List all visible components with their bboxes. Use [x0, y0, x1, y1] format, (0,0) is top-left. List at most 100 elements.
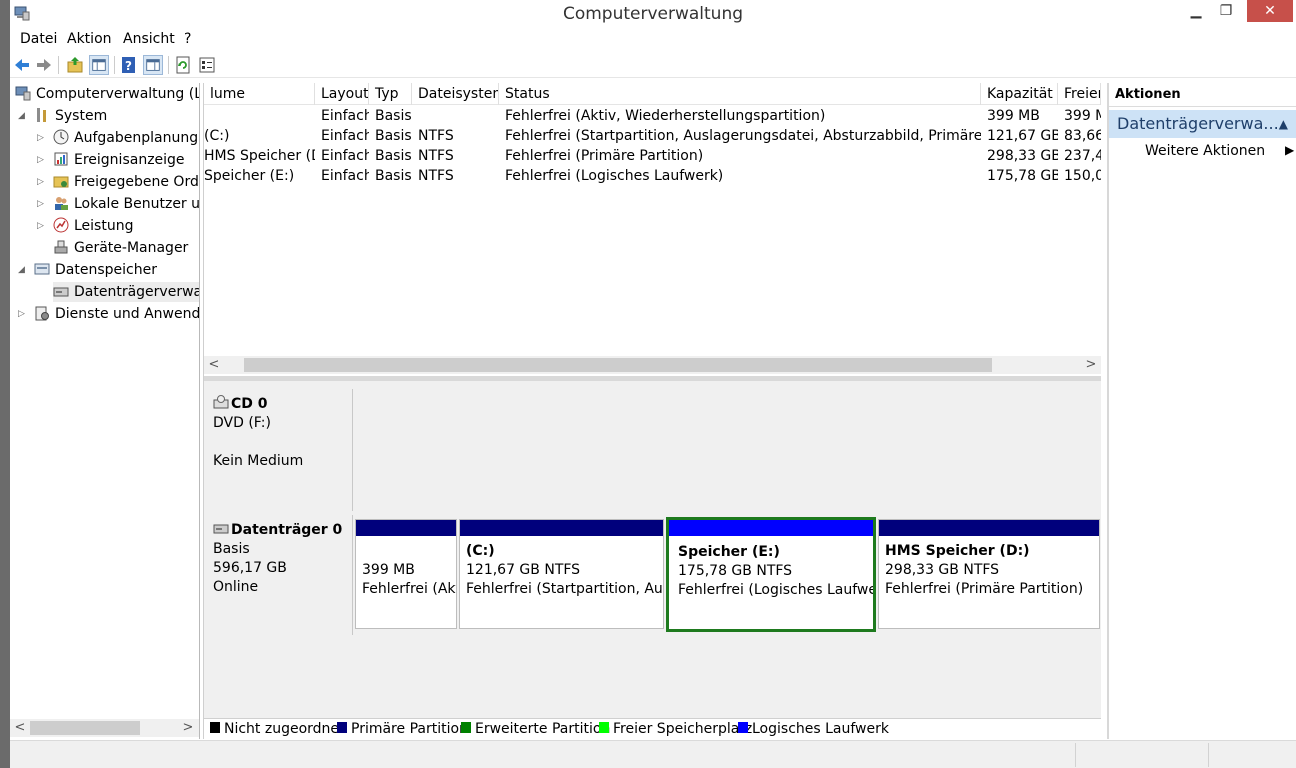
actions-header: Aktionen — [1109, 83, 1296, 107]
partition-e-selected[interactable]: Speicher (E:) 175,78 GB NTFS Fehlerfrei … — [666, 517, 876, 632]
volume-row[interactable]: Speicher (E:) Einfach Basis NTFS Fehlerf… — [204, 166, 1101, 186]
scroll-left-arrow[interactable]: < — [12, 719, 28, 737]
shared-folder-icon — [53, 176, 69, 188]
tree-item-datenspeicher[interactable]: ◢ Datenspeicher — [18, 260, 157, 280]
partition-color-bar — [460, 520, 663, 536]
actions-section-disk-management[interactable]: Datenträgerverwa... ▲ — [1109, 110, 1296, 138]
disk-graphical-view: CD 0 DVD (F:) Kein Medium Datenträger 0 … — [204, 381, 1101, 718]
show-tree-icon[interactable] — [89, 55, 109, 75]
help-icon[interactable]: ? — [119, 55, 139, 75]
tree-item-lokale-benutzer[interactable]: ▷ Lokale Benutzer und Gruppen — [37, 194, 200, 214]
up-folder-icon[interactable] — [65, 55, 85, 75]
tree-item-freigegebene-ordner[interactable]: ▷ Freigegebene Ordner — [37, 172, 199, 192]
svg-text:?: ? — [125, 59, 132, 73]
partition-name — [362, 542, 456, 561]
partition-c[interactable]: (C:) 121,67 GB NTFS Fehlerfrei (Startpar… — [459, 519, 664, 629]
tree-item-label: Lokale Benutzer und Gruppen — [74, 196, 200, 212]
close-button[interactable]: ✕ — [1247, 0, 1293, 22]
scrollbar-thumb[interactable] — [30, 721, 140, 735]
menu-ansicht[interactable]: Ansicht — [123, 31, 175, 47]
tree-item-ereignisanzeige[interactable]: ▷ Ereignisanzeige — [37, 150, 185, 170]
disk0-partition-area: 399 MB Fehlerfrei (Aktiv, Wiederherstell… — [354, 515, 1101, 635]
show-pane-icon[interactable] — [143, 55, 163, 75]
expand-arrow-icon[interactable]: ▷ — [37, 216, 49, 236]
partition-size: 175,78 GB NTFS — [678, 563, 793, 579]
tree-item-datentraegerverwaltung[interactable]: Datenträgerverwaltung — [53, 282, 199, 302]
volume-row[interactable]: Einfach Basis Fehlerfrei (Aktiv, Wiederh… — [204, 106, 1101, 126]
scrollbar-thumb[interactable] — [244, 358, 992, 372]
tree-item-dienste[interactable]: ▷ Dienste und Anwendungen — [18, 304, 199, 324]
disk-label-cd0[interactable]: CD 0 DVD (F:) Kein Medium — [204, 389, 353, 511]
scroll-right-arrow[interactable]: > — [180, 719, 196, 737]
cell-typ: Basis — [375, 148, 412, 164]
column-header-kapazitaet[interactable]: Kapazität — [981, 83, 1058, 105]
volume-list-horizontal-scrollbar[interactable]: < > — [204, 356, 1101, 374]
collapse-up-icon[interactable]: ▲ — [1279, 110, 1288, 138]
cell-layout: Einfach — [321, 128, 369, 144]
maximize-button[interactable]: ❐ — [1212, 0, 1240, 22]
disk-type: Basis — [213, 541, 250, 557]
column-header-freier[interactable]: Freier — [1058, 83, 1101, 105]
tree-item-aufgabenplanung[interactable]: ▷ Aufgabenplanung — [37, 128, 198, 148]
scroll-left-arrow[interactable]: < — [206, 356, 222, 374]
tree-horizontal-scrollbar[interactable]: < > — [10, 719, 199, 737]
cd0-partition-area[interactable] — [354, 389, 1101, 511]
tree-item-system[interactable]: ◢ System — [18, 106, 107, 126]
tree-item-geraete-manager[interactable]: Geräte-Manager — [53, 238, 188, 258]
more-actions-item[interactable]: Weitere Aktionen — [1145, 143, 1265, 159]
legend-label: Primäre Partition — [351, 721, 468, 737]
partition-size: 298,33 GB NTFS — [885, 562, 1000, 578]
cell-typ: Basis — [375, 128, 412, 144]
expand-arrow-icon[interactable]: ▷ — [18, 304, 30, 324]
column-header-typ[interactable]: Typ — [369, 83, 412, 105]
legend-swatch — [738, 722, 748, 733]
expand-arrow-icon[interactable]: ▷ — [37, 128, 49, 148]
column-header-layout[interactable]: Layout — [315, 83, 369, 105]
center-pane: lume Layout Typ Dateisystem Status Kapaz… — [203, 83, 1101, 739]
performance-icon — [53, 217, 69, 233]
cell-freier: 83,66 — [1064, 128, 1101, 144]
hard-disk-icon — [213, 524, 229, 534]
tree-item-leistung[interactable]: ▷ Leistung — [37, 216, 133, 236]
submenu-arrow-icon[interactable]: ▶ — [1285, 143, 1294, 157]
disk-name: Datenträger 0 — [231, 522, 343, 538]
scroll-right-arrow[interactable]: > — [1083, 356, 1099, 374]
partition-size: 121,67 GB NTFS — [466, 562, 581, 578]
properties-icon[interactable] — [197, 55, 217, 75]
column-header-status[interactable]: Status — [499, 83, 981, 105]
expand-arrow-icon[interactable]: ▷ — [37, 172, 49, 192]
expand-arrow-icon[interactable]: ▷ — [37, 194, 49, 214]
legend-label: Nicht zugeordnet — [224, 721, 345, 737]
navigation-tree: Computerverwaltung (Lokal) ◢ System ▷ Au… — [10, 83, 200, 739]
legend-item: Freier Speicherplatz — [599, 721, 752, 737]
column-header-volume[interactable]: lume — [204, 83, 315, 105]
menu-aktion[interactable]: Aktion — [67, 31, 112, 47]
collapse-arrow-icon[interactable]: ◢ — [18, 106, 30, 126]
partition-status: Fehlerfrei (Aktiv, Wiederherstellungspar… — [362, 581, 456, 597]
menu-help[interactable]: ? — [184, 31, 191, 47]
volume-row[interactable]: (C:) Einfach Basis NTFS Fehlerfrei (Star… — [204, 126, 1101, 146]
volume-row[interactable]: HMS Speicher (D:) Einfach Basis NTFS Feh… — [204, 146, 1101, 166]
column-header-dateisystem[interactable]: Dateisystem — [412, 83, 499, 105]
partition-name: (C:) — [466, 543, 495, 559]
disk-label-disk0[interactable]: Datenträger 0 Basis 596,17 GB Online — [204, 515, 353, 635]
partition-d[interactable]: HMS Speicher (D:) 298,33 GB NTFS Fehlerf… — [878, 519, 1100, 629]
tree-item-label: Freigegebene Ordner — [74, 174, 199, 190]
back-icon[interactable] — [12, 55, 32, 75]
forward-icon[interactable] — [34, 55, 54, 75]
partition-status: Fehlerfrei (Startpartition, Auslagerungs… — [466, 581, 663, 597]
legend-label: Freier Speicherplatz — [613, 721, 753, 737]
storage-icon — [34, 263, 50, 275]
tree-item-computerverwaltung[interactable]: Computerverwaltung (Lokal) — [15, 84, 199, 104]
services-icon — [35, 306, 49, 321]
partition-recovery[interactable]: 399 MB Fehlerfrei (Aktiv, Wiederherstell… — [355, 519, 457, 629]
collapse-arrow-icon[interactable]: ◢ — [18, 260, 30, 280]
expand-arrow-icon[interactable]: ▷ — [37, 150, 49, 170]
minimize-button[interactable]: ▁ — [1182, 0, 1210, 22]
cell-layout: Einfach — [321, 108, 369, 124]
tree-item-label: Datenspeicher — [55, 262, 157, 278]
menu-datei[interactable]: Datei — [20, 31, 57, 47]
refresh-icon[interactable] — [173, 55, 193, 75]
cell-status: Fehlerfrei (Aktiv, Wiederherstellungspar… — [505, 108, 826, 124]
cell-status: Fehlerfrei (Primäre Partition) — [505, 148, 704, 164]
